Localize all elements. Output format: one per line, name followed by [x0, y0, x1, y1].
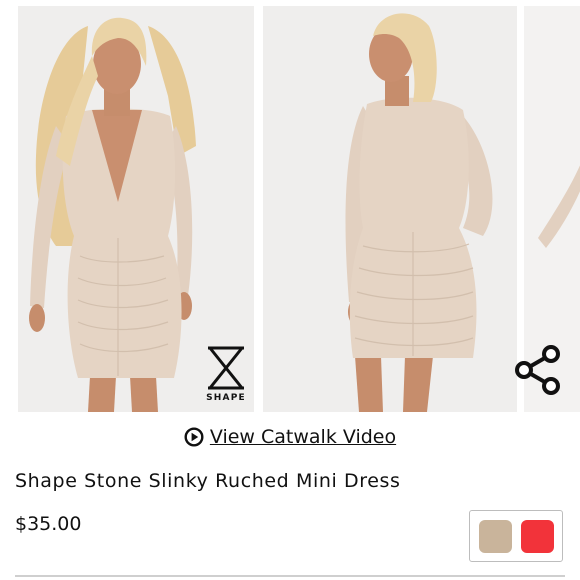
share-icon: [515, 345, 560, 395]
catwalk-video-label[interactable]: View Catwalk Video: [210, 426, 396, 448]
shape-logo-text: SHAPE: [206, 393, 246, 403]
shape-brand-logo: SHAPE: [202, 346, 250, 403]
swatch-stone[interactable]: [478, 519, 512, 553]
share-button[interactable]: [512, 345, 564, 395]
view-catwalk-video-link[interactable]: View Catwalk Video: [0, 422, 580, 452]
model-back-illustration: [263, 6, 517, 412]
product-image-front[interactable]: SHAPE: [18, 6, 254, 412]
swatch-red[interactable]: [520, 519, 554, 553]
product-title: Shape Stone Slinky Ruched Mini Dress: [15, 470, 401, 492]
play-circle-icon: [184, 427, 204, 447]
divider: [15, 575, 565, 577]
color-swatches: [469, 510, 563, 562]
product-price: $35.00: [15, 513, 82, 535]
product-image-back[interactable]: [263, 6, 517, 412]
product-image-gallery[interactable]: SHAPE: [0, 0, 580, 412]
shape-logo-icon: [208, 346, 244, 390]
